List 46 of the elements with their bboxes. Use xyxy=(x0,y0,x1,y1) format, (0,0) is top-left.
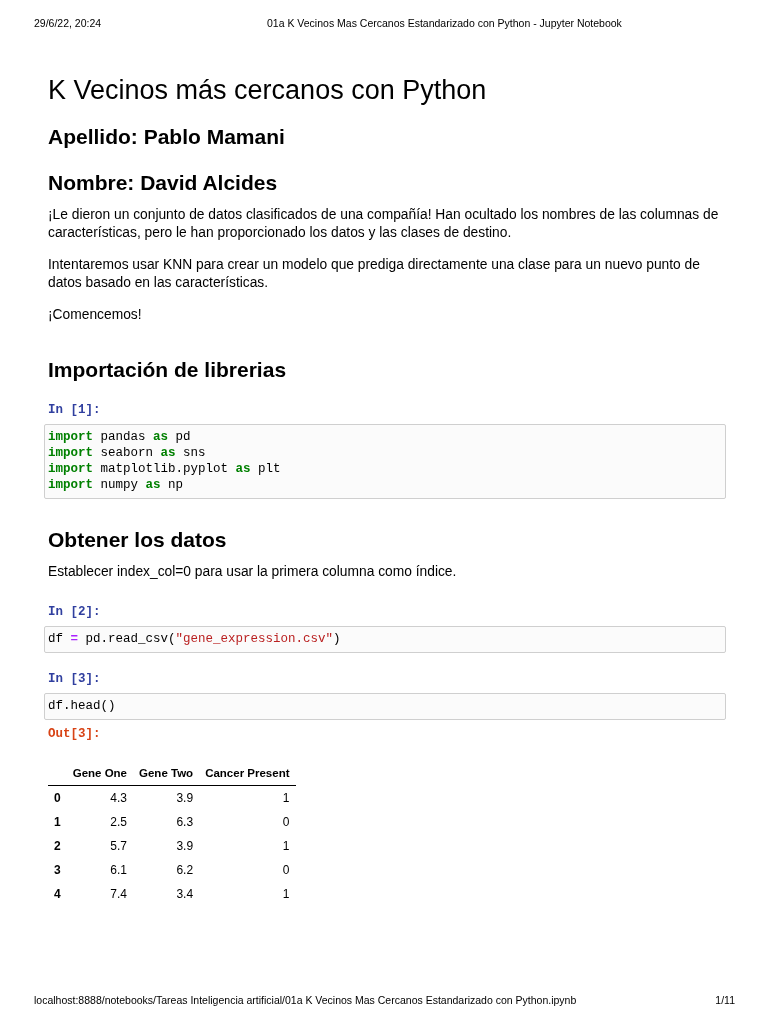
section-heading: Apellido: Pablo Mamani xyxy=(47,124,286,150)
code-line: df = pd.read_csv("gene_expression.csv") xyxy=(48,631,341,647)
column-header: Cancer Present xyxy=(199,760,296,786)
output-prompt: Out[3]: xyxy=(47,726,101,742)
table-cell: 4.3 xyxy=(66,785,133,810)
table-cell-text: 1 xyxy=(281,886,291,903)
input-prompt: In [3]: xyxy=(47,671,101,687)
page-url: localhost:8888/notebooks/Tareas Inteligencia artificial/01a K Vecinos Mas Cercanos Estandarizado con Python.ipynb xyxy=(34,994,577,1006)
table-cell-text: 6.1 xyxy=(109,862,128,879)
code-line: import seaborn as sns xyxy=(48,445,206,461)
document-title: 01a K Vecinos Mas Cercanos Estandarizado con Python - Jupyter Notebook xyxy=(267,17,623,29)
row-index: 3 xyxy=(53,862,62,879)
table-cell-text: 0 xyxy=(281,814,291,831)
row-index: 4 xyxy=(53,886,62,903)
table-cell-text: 3.9 xyxy=(175,838,195,855)
paragraph: Establecer index_col=0 para usar la primera columna como índice. xyxy=(47,563,458,581)
table-cell-text: 2.5 xyxy=(109,814,128,831)
table-cell: 3.9 xyxy=(133,785,200,810)
paragraph: ¡Le dieron un conjunto de datos clasificados de una compañía! Han ocultado los nombres de las columnas de características, pero le han proporcionado los datos y las clases de destino. xyxy=(47,206,720,242)
code-line: import matplotlib.pyplot as plt xyxy=(48,461,281,477)
table-cell-text: 6.2 xyxy=(175,862,195,879)
print-date: 29/6/22, 20:24 xyxy=(34,17,103,29)
input-prompt: In [1]: xyxy=(47,402,101,418)
row-index: 0 xyxy=(48,785,67,810)
table-cell-text: 5.7 xyxy=(109,838,128,855)
row-index: 1 xyxy=(53,814,62,831)
section-heading: Nombre: David Alcides xyxy=(47,170,279,196)
page-number: 1/11 xyxy=(715,994,735,1006)
row-index: 2 xyxy=(53,838,62,855)
table-cell-text: 7.4 xyxy=(109,886,128,903)
paragraph: Intentaremos usar KNN para crear un modelo que prediga directamente una clase para un nuevo punto de datos basado en las características. xyxy=(47,256,701,292)
code-line: df.head() xyxy=(48,698,116,714)
code-line: import pandas as pd xyxy=(48,429,191,445)
notebook-title: K Vecinos más cercanos con Python xyxy=(47,74,488,106)
input-prompt: In [2]: xyxy=(47,604,101,620)
code-line: import numpy as np xyxy=(48,477,184,493)
table-cell-text: 6.3 xyxy=(175,814,195,831)
table-cell-text: 3.4 xyxy=(175,886,195,903)
column-header: Gene One xyxy=(66,760,133,786)
paragraph: ¡Comencemos! xyxy=(47,306,143,324)
table-cell-text: 0 xyxy=(281,862,291,879)
section-heading: Importación de librerias xyxy=(47,357,288,383)
table-cell-text: 1 xyxy=(281,838,291,855)
column-header: Gene Two xyxy=(133,760,200,786)
section-heading: Obtener los datos xyxy=(47,527,228,553)
table-cell: 1 xyxy=(199,785,296,810)
